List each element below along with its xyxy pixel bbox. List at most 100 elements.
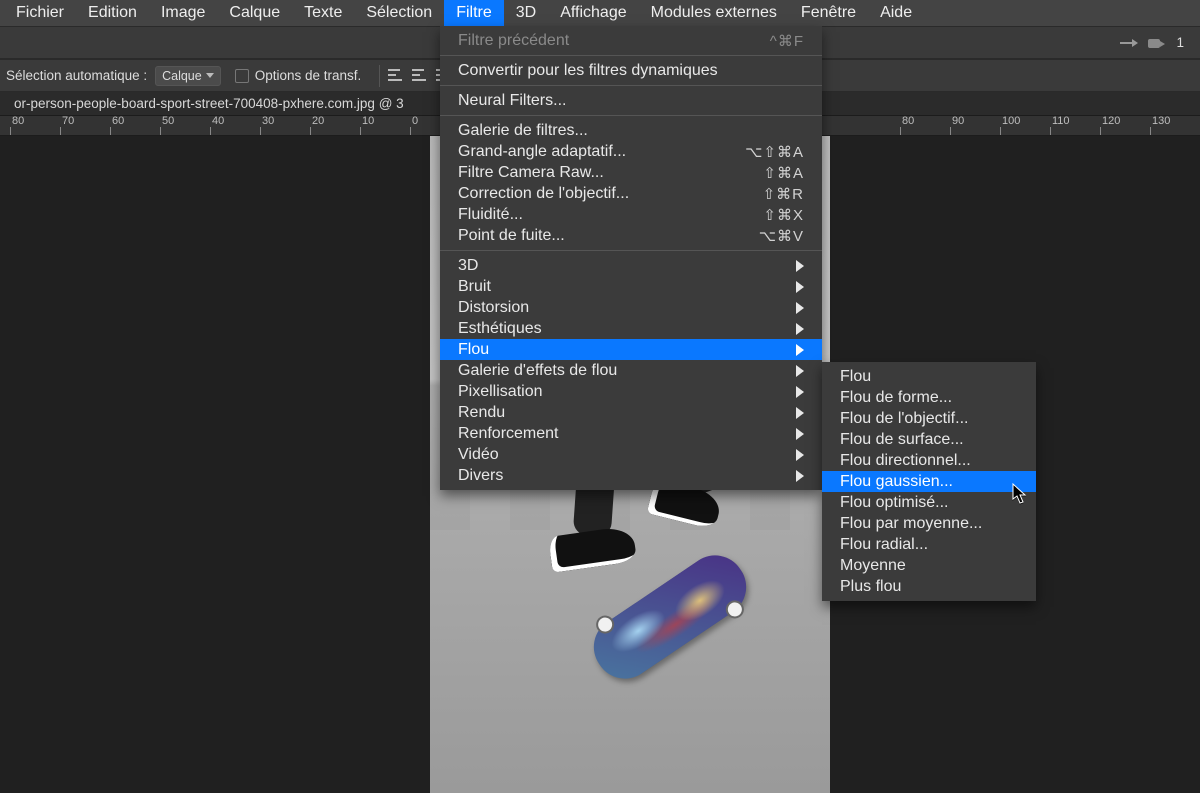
menu-item-calque[interactable]: Calque xyxy=(217,0,292,26)
ruler-tick: 60 xyxy=(110,116,124,135)
menu-item-shortcut: ⇧⌘A xyxy=(763,164,804,182)
menu-item[interactable]: Divers xyxy=(440,465,822,486)
menu-item-shortcut: ⇧⌘X xyxy=(763,206,804,224)
menu-item[interactable]: Vidéo xyxy=(440,444,822,465)
submenu-item-label: Flou de forme... xyxy=(840,389,1018,407)
ruler-tick: 0 xyxy=(410,116,418,135)
transform-options-checkbox[interactable]: Options de transf. xyxy=(235,68,362,83)
menu-item[interactable]: Point de fuite... ⌥⌘V xyxy=(440,225,822,246)
menu-item-label: Galerie de filtres... xyxy=(458,122,804,140)
menu-item-label: Convertir pour les filtres dynamiques xyxy=(458,62,804,80)
menu-item-shortcut: ⌥⇧⌘A xyxy=(745,143,804,161)
menu-item[interactable]: Flou xyxy=(440,339,822,360)
submenu-item-label: Moyenne xyxy=(840,557,1018,575)
menu-item[interactable]: Renforcement xyxy=(440,423,822,444)
menu-item-edition[interactable]: Edition xyxy=(76,0,149,26)
menu-item-3d[interactable]: 3D xyxy=(504,0,548,26)
menu-item-shortcut: ⌥⌘V xyxy=(759,227,804,245)
menu-item-label: Vidéo xyxy=(458,446,772,464)
ruler-tick: 30 xyxy=(260,116,274,135)
menu-item-label: Neural Filters... xyxy=(458,92,804,110)
layer-select[interactable]: Calque xyxy=(155,66,221,86)
menu-item[interactable]: Grand-angle adaptatif... ⌥⇧⌘A xyxy=(440,141,822,162)
menu-item-label: Filtre Camera Raw... xyxy=(458,164,725,182)
menu-item-label: Flou xyxy=(458,341,772,359)
menubar: FichierEditionImageCalqueTexteSélectionF… xyxy=(0,0,1200,26)
chevron-down-icon xyxy=(206,73,214,78)
submenu-item-label: Plus flou xyxy=(840,578,1018,596)
submenu-item[interactable]: Moyenne xyxy=(822,555,1036,576)
submenu-item-label: Flou radial... xyxy=(840,536,1018,554)
document-tab[interactable]: or-person-people-board-sport-street-7004… xyxy=(2,93,416,114)
arrows-icon[interactable] xyxy=(1120,36,1138,50)
submenu-item-label: Flou par moyenne... xyxy=(840,515,1018,533)
menu-item-aide[interactable]: Aide xyxy=(868,0,924,26)
menu-item[interactable]: 3D xyxy=(440,255,822,276)
submenu-item[interactable]: Flou de surface... xyxy=(822,429,1036,450)
ruler-tick: 90 xyxy=(950,116,964,135)
menu-item[interactable]: Esthétiques xyxy=(440,318,822,339)
checkbox-box-icon xyxy=(235,69,249,83)
ruler-tick: 130 xyxy=(1150,116,1170,135)
submenu-item[interactable]: Flou par moyenne... xyxy=(822,513,1036,534)
submenu-item[interactable]: Flou de forme... xyxy=(822,387,1036,408)
menu-item-fenêtre[interactable]: Fenêtre xyxy=(789,0,868,26)
menu-item[interactable]: Rendu xyxy=(440,402,822,423)
submenu-item[interactable]: Flou radial... xyxy=(822,534,1036,555)
submenu-item[interactable]: Flou optimisé... xyxy=(822,492,1036,513)
menu-item[interactable]: Galerie d'effets de flou xyxy=(440,360,822,381)
ruler-tick: 80 xyxy=(10,116,24,135)
submenu-item-label: Flou xyxy=(840,368,1018,386)
menu-item-label: Bruit xyxy=(458,278,772,296)
document-tab-label: or-person-people-board-sport-street-7004… xyxy=(14,96,404,111)
ruler-tick: 100 xyxy=(1000,116,1020,135)
submenu-item[interactable]: Plus flou xyxy=(822,576,1036,597)
menu-item-texte[interactable]: Texte xyxy=(292,0,354,26)
submenu-item[interactable]: Flou de l'objectif... xyxy=(822,408,1036,429)
menu-item[interactable]: Convertir pour les filtres dynamiques xyxy=(440,60,822,81)
submenu-item[interactable]: Flou xyxy=(822,366,1036,387)
align-left-icon[interactable] xyxy=(386,69,404,83)
menu-item-modules-externes[interactable]: Modules externes xyxy=(639,0,789,26)
menu-item-label: Renforcement xyxy=(458,425,772,443)
menu-item[interactable]: Galerie de filtres... xyxy=(440,120,822,141)
menu-item-label: Galerie d'effets de flou xyxy=(458,362,772,380)
menu-item-label: Rendu xyxy=(458,404,772,422)
menu-item-image[interactable]: Image xyxy=(149,0,217,26)
ruler-tick: 70 xyxy=(60,116,74,135)
menu-item-sélection[interactable]: Sélection xyxy=(354,0,444,26)
menu-item-previous-filter: Filtre précédent^⌘F xyxy=(440,30,822,51)
flou-submenu[interactable]: Flou Flou de forme... Flou de l'objectif..… xyxy=(822,362,1036,601)
submenu-item[interactable]: Flou directionnel... xyxy=(822,450,1036,471)
menu-item[interactable]: Bruit xyxy=(440,276,822,297)
menu-item-label: Divers xyxy=(458,467,772,485)
menu-item-filtre[interactable]: Filtre xyxy=(444,0,504,26)
menu-item-fichier[interactable]: Fichier xyxy=(4,0,76,26)
ruler-tick: 120 xyxy=(1100,116,1120,135)
submenu-item-label: Flou de l'objectif... xyxy=(840,410,1018,428)
menu-item[interactable]: Neural Filters... xyxy=(440,90,822,111)
transform-options-label: Options de transf. xyxy=(255,68,362,83)
menu-item-label: Grand-angle adaptatif... xyxy=(458,143,707,161)
submenu-item-label: Flou directionnel... xyxy=(840,452,1018,470)
submenu-item-label: Flou de surface... xyxy=(840,431,1018,449)
menu-item-label: Fluidité... xyxy=(458,206,725,224)
menu-item[interactable]: Filtre Camera Raw... ⇧⌘A xyxy=(440,162,822,183)
submenu-item-label: Flou optimisé... xyxy=(840,494,1018,512)
ruler-tick: 110 xyxy=(1050,116,1070,135)
menu-item[interactable]: Correction de l'objectif...⇧⌘R xyxy=(440,183,822,204)
ruler-tick: 10 xyxy=(360,116,374,135)
ruler-tick: 50 xyxy=(160,116,174,135)
camera-icon xyxy=(1148,36,1166,50)
submenu-item[interactable]: Flou gaussien... xyxy=(822,471,1036,492)
menu-item-label: Distorsion xyxy=(458,299,772,317)
filter-menu[interactable]: Filtre précédent^⌘F Convertir pour les fi… xyxy=(440,26,822,490)
submenu-item-label: Flou gaussien... xyxy=(840,473,1018,491)
menu-item-affichage[interactable]: Affichage xyxy=(548,0,638,26)
menu-item[interactable]: Fluidité... ⇧⌘X xyxy=(440,204,822,225)
menu-item[interactable]: Distorsion xyxy=(440,297,822,318)
menu-item-label: Pixellisation xyxy=(458,383,772,401)
align-center-icon[interactable] xyxy=(410,69,428,83)
menu-item-label: Point de fuite... xyxy=(458,227,721,245)
menu-item[interactable]: Pixellisation xyxy=(440,381,822,402)
